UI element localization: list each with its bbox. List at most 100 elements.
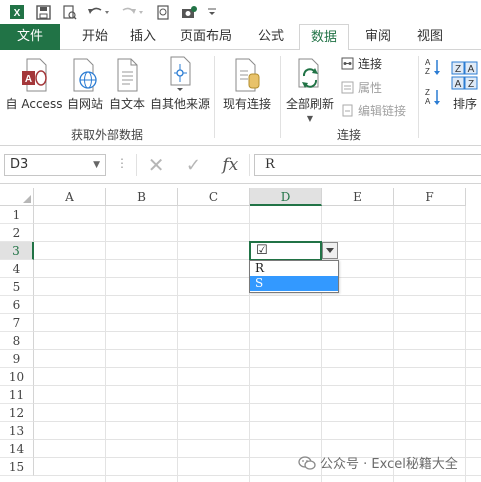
svg-text:A: A xyxy=(425,97,431,106)
grid-line xyxy=(34,367,481,368)
row-header-1[interactable]: 1 xyxy=(0,206,34,224)
row-header-4[interactable]: 4 xyxy=(0,260,34,278)
svg-text:Z: Z xyxy=(468,79,474,90)
group-label-get-external-data: 获取外部数据 xyxy=(70,128,143,142)
column-header-d[interactable]: D xyxy=(250,188,322,206)
grid-line xyxy=(34,475,481,476)
row-header-15[interactable]: 15 xyxy=(0,458,34,476)
ribbon-separator xyxy=(280,56,281,138)
svg-text:A: A xyxy=(425,58,431,67)
grid-line xyxy=(177,206,178,482)
svg-text:A: A xyxy=(468,64,475,75)
insert-function-icon[interactable]: fx xyxy=(222,155,238,175)
validation-dropdown-icon[interactable] xyxy=(322,242,338,259)
column-header-a[interactable]: A xyxy=(34,188,106,206)
from-other-sources-button[interactable]: 自其他来源 xyxy=(148,54,212,112)
svg-text:Z: Z xyxy=(425,88,430,97)
svg-text:A: A xyxy=(25,74,32,85)
existing-connections-button[interactable]: 现有连接 xyxy=(218,54,276,112)
formula-bar: D3 ▼ ⋮ ✕ ✓ fx R xyxy=(0,146,481,184)
preview-icon[interactable] xyxy=(154,3,172,21)
refresh-icon xyxy=(284,54,336,92)
column-header-b[interactable]: B xyxy=(106,188,178,206)
grid-line xyxy=(34,295,481,296)
formula-input[interactable]: R xyxy=(254,154,481,176)
group-label-connections: 连接 xyxy=(336,128,361,142)
grid-line xyxy=(34,313,481,314)
tab-review[interactable]: 审阅 xyxy=(355,24,401,50)
ribbon-separator xyxy=(418,56,419,138)
formula-bar-grip[interactable]: ⋮ xyxy=(116,156,128,170)
quick-access-toolbar: X xyxy=(0,0,481,24)
row-header-11[interactable]: 11 xyxy=(0,386,34,404)
connections-button[interactable]: 连接 xyxy=(340,54,382,72)
grid-line xyxy=(105,206,106,482)
print-preview-icon[interactable] xyxy=(60,3,78,21)
row-header-10[interactable]: 10 xyxy=(0,368,34,386)
name-box[interactable]: D3 ▼ xyxy=(4,154,106,176)
column-header-c[interactable]: C xyxy=(178,188,250,206)
tab-file[interactable]: 文件 xyxy=(0,24,60,50)
from-access-button[interactable]: A 自 Access xyxy=(4,54,64,112)
undo-icon[interactable] xyxy=(86,3,112,21)
name-box-dropdown-icon[interactable]: ▼ xyxy=(93,155,100,175)
grid-line xyxy=(34,349,481,350)
from-text-button[interactable]: 自文本 xyxy=(106,54,148,112)
grid-line xyxy=(34,223,481,224)
dropdown-option-r[interactable]: R xyxy=(250,261,338,276)
row-header-13[interactable]: 13 xyxy=(0,422,34,440)
refresh-all-button[interactable]: 全部刷新 ▼ xyxy=(284,54,336,123)
customize-icon[interactable] xyxy=(206,3,218,21)
cancel-icon[interactable]: ✕ xyxy=(148,153,165,177)
properties-button[interactable]: 属性 xyxy=(340,78,382,96)
tab-data[interactable]: 数据 xyxy=(299,24,349,51)
svg-text:X: X xyxy=(14,8,21,19)
column-header-f[interactable]: F xyxy=(394,188,466,206)
enter-icon[interactable]: ✓ xyxy=(186,155,201,176)
redo-icon[interactable] xyxy=(120,3,146,21)
wechat-icon xyxy=(298,455,316,470)
tab-view[interactable]: 视图 xyxy=(407,24,453,50)
tab-formulas[interactable]: 公式 xyxy=(248,24,294,50)
formula-bar-buttons: ✕ ✓ fx xyxy=(136,153,250,177)
row-header-3[interactable]: 3 xyxy=(0,242,34,260)
refresh-dropdown-icon[interactable]: ▼ xyxy=(284,114,336,123)
row-header-9[interactable]: 9 xyxy=(0,350,34,368)
worksheet-grid[interactable]: A B C D E F 1 2 3 4 5 6 7 8 9 10 11 12 13 14 15 xyxy=(0,188,481,482)
sort-za-button[interactable]: ZA xyxy=(424,88,442,106)
sort-az-icon: AZ xyxy=(425,58,440,76)
row-header-6[interactable]: 6 xyxy=(0,296,34,314)
camera-icon[interactable] xyxy=(180,3,198,21)
checkbox-symbol: ☑ xyxy=(256,243,268,258)
access-icon: A xyxy=(4,54,64,92)
sort-dialog-icon: ZAAZ xyxy=(448,54,481,92)
row-header-7[interactable]: 7 xyxy=(0,314,34,332)
row-header-12[interactable]: 12 xyxy=(0,404,34,422)
tab-home[interactable]: 开始 xyxy=(70,24,120,50)
row-header-8[interactable]: 8 xyxy=(0,332,34,350)
row-header-2[interactable]: 2 xyxy=(0,224,34,242)
dropdown-option-s[interactable]: S xyxy=(250,276,338,291)
select-all-corner[interactable] xyxy=(0,188,34,206)
connections-icon xyxy=(340,56,354,70)
column-header-e[interactable]: E xyxy=(322,188,394,206)
tab-insert[interactable]: 插入 xyxy=(120,24,166,50)
svg-text:Z: Z xyxy=(425,67,430,76)
ribbon-data: A 自 Access 自网站 自文本 自其他来源 获取外部数据 现有连接 全部刷… xyxy=(0,50,481,146)
row-header-14[interactable]: 14 xyxy=(0,440,34,458)
tab-page-layout[interactable]: 页面布局 xyxy=(172,24,240,50)
edit-links-button[interactable]: 编辑链接 xyxy=(340,101,406,119)
grid-line xyxy=(34,403,481,404)
save-icon[interactable] xyxy=(34,3,52,21)
ribbon-separator xyxy=(214,56,215,138)
watermark: 公众号 · Excel秘籍大全 xyxy=(298,453,458,472)
web-icon xyxy=(64,54,106,92)
sort-az-button[interactable]: AZ xyxy=(424,58,442,76)
from-web-button[interactable]: 自网站 xyxy=(64,54,106,112)
sort-button[interactable]: ZAAZ 排序 xyxy=(448,54,481,112)
grid-line xyxy=(34,385,481,386)
excel-logo-icon: X xyxy=(8,3,26,21)
row-header-5[interactable]: 5 xyxy=(0,278,34,296)
ribbon-tabs: 文件 开始 插入 页面布局 公式 数据 审阅 视图 xyxy=(0,24,481,51)
grid-line xyxy=(393,206,394,482)
